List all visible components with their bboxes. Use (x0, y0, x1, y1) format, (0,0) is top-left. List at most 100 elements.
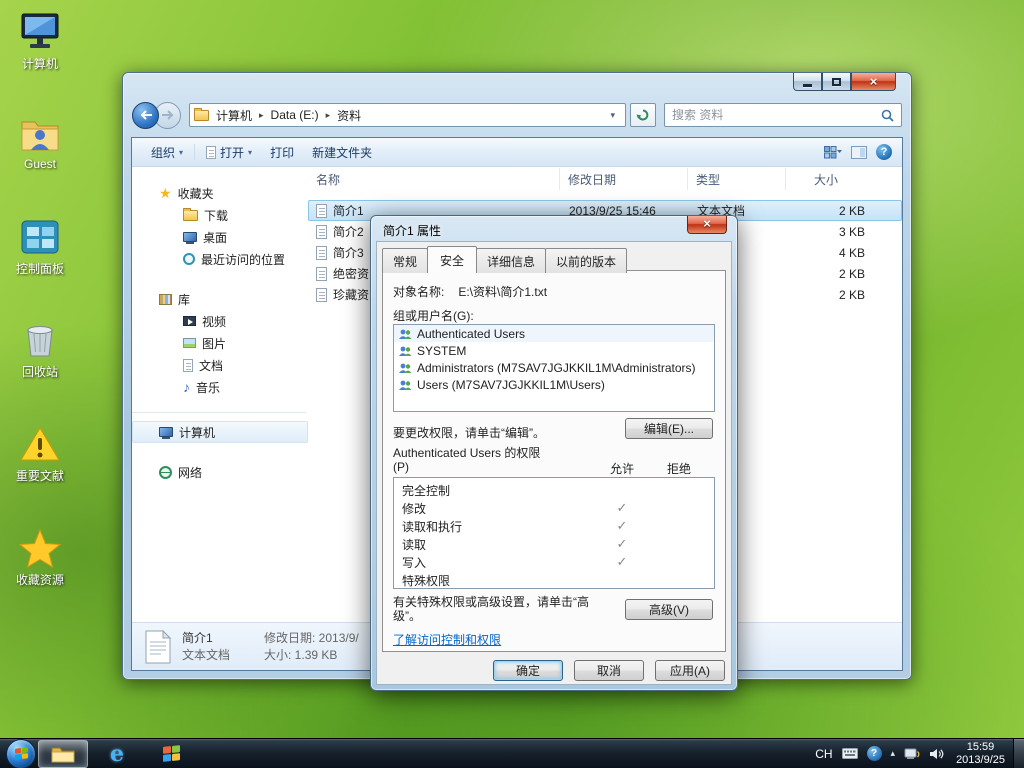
column-header-modified[interactable]: 修改日期 (560, 168, 688, 190)
file-name: 珍藏资 (333, 288, 370, 302)
edit-button[interactable]: 编辑(E)... (625, 418, 713, 439)
advanced-button[interactable]: 高级(V) (625, 599, 713, 620)
sidebar-item-favorites[interactable]: ★ 收藏夹 (132, 182, 308, 204)
sidebar-item-libraries[interactable]: 库 (132, 288, 308, 310)
desktop-icon-favorite-resources[interactable]: 收藏资源 (2, 528, 78, 588)
star-icon: ★ (159, 185, 172, 201)
dialog-body: 常规 安全 详细信息 以前的版本 对象名称: E:\资料\简介1.txt 组或用… (376, 241, 732, 685)
cancel-button[interactable]: 取消 (574, 660, 644, 681)
sidebar-item-recent-places[interactable]: 最近访问的位置 (132, 248, 308, 270)
sidebar-item-documents[interactable]: 文档 (132, 354, 308, 376)
volume-icon[interactable] (929, 748, 944, 760)
group-users-list[interactable]: Authenticated Users SYSTEM Administrator… (393, 324, 715, 412)
sidebar-item-desktop[interactable]: 桌面 (132, 226, 308, 248)
taskbar-clock[interactable]: 15:59 2013/9/25 (956, 741, 1005, 767)
new-folder-button[interactable]: 新建文件夹 (303, 140, 381, 165)
show-desktop-button[interactable] (1013, 738, 1024, 768)
desktop-icon-guest[interactable]: Guest (2, 114, 78, 171)
sidebar-item-videos[interactable]: 视频 (132, 310, 308, 332)
tab-details[interactable]: 详细信息 (476, 248, 547, 273)
desktop-icon-recycle-bin[interactable]: 回收站 (2, 320, 78, 380)
address-dropdown-icon[interactable]: ▾ (604, 110, 621, 121)
sidebar-item-downloads[interactable]: 下载 (132, 204, 308, 226)
user-name: SYSTEM (417, 343, 467, 358)
breadcrumb-segment[interactable]: 计算机 (209, 107, 259, 124)
sidebar-item-music[interactable]: ♪ 音乐 (132, 376, 308, 398)
user-list-item[interactable]: SYSTEM (394, 342, 714, 359)
desktop-icon-important-docs[interactable]: 重要文献 (2, 424, 78, 484)
sidebar-item-label: 视频 (202, 314, 227, 329)
sidebar-item-network[interactable]: 网络 (132, 461, 308, 483)
help-glyph: ? (880, 146, 888, 158)
refresh-button[interactable] (630, 103, 656, 127)
desktop-icon-label: 计算机 (21, 57, 58, 71)
address-bar[interactable]: 计算机 ▸ Data (E:) ▸ 资料 ▾ (189, 103, 626, 127)
breadcrumb-segment[interactable]: Data (E:) (264, 108, 326, 122)
breadcrumb-segment[interactable]: 资料 (330, 107, 368, 124)
desktop-icon-computer[interactable]: 计算机 (2, 12, 78, 72)
file-size: 2 KB (838, 203, 865, 218)
minimize-button[interactable] (793, 73, 822, 91)
permission-row: 写入 ✓ (394, 553, 714, 571)
organize-menu[interactable]: 组织 ▾ (142, 140, 192, 165)
permission-name: 特殊权限 (402, 573, 451, 588)
taskbar-pinned-app-button[interactable] (146, 740, 196, 768)
navigation-bar: 计算机 ▸ Data (E:) ▸ 资料 ▾ (132, 100, 902, 130)
videos-icon (183, 316, 196, 326)
column-header-name[interactable]: 名称 (308, 168, 560, 190)
maximize-icon (832, 77, 841, 86)
list-header: 名称 修改日期 类型 大小 (308, 168, 902, 190)
file-size: 2 KB (838, 266, 865, 281)
toolbar-divider (194, 144, 196, 160)
sidebar-item-computer[interactable]: 计算机 (132, 421, 308, 443)
user-list-item[interactable]: Authenticated Users (394, 325, 714, 342)
language-indicator[interactable]: CH (815, 747, 832, 761)
desktop-icon-label: Guest (23, 157, 56, 171)
permissions-list[interactable]: 完全控制 修改 ✓ 读取和执行 ✓ 读取 ✓ 写入 ✓ 特殊权限 (393, 477, 715, 589)
learn-about-permissions-link[interactable]: 了解访问控制和权限 (393, 631, 501, 648)
clock-time: 15:59 (966, 740, 995, 753)
print-button[interactable]: 打印 (261, 140, 303, 165)
edit-permissions-hint: 要更改权限，请单击“编辑”。 (393, 426, 545, 440)
taskbar-ie-button[interactable]: e (92, 740, 142, 768)
pictures-icon (183, 338, 196, 348)
taskbar-explorer-button[interactable] (38, 739, 88, 768)
desktop: { "glyphs": { "caret_down": "▾", "crumb_… (0, 0, 1024, 768)
maximize-button[interactable] (822, 73, 851, 91)
search-box[interactable] (664, 103, 902, 127)
search-input[interactable] (672, 108, 881, 122)
open-menu[interactable]: 打开 ▾ (197, 140, 261, 165)
windows-logo-icon (14, 747, 28, 760)
apply-button[interactable]: 应用(A) (655, 660, 725, 681)
user-list-item[interactable]: Administrators (M7SAV7JGJKKIL1M\Administ… (394, 359, 714, 376)
tab-security[interactable]: 安全 (427, 246, 478, 273)
sidebar-item-pictures[interactable]: 图片 (132, 332, 308, 354)
help-icon[interactable]: ? (876, 144, 892, 160)
back-button[interactable] (132, 101, 159, 129)
start-button[interactable] (6, 738, 36, 768)
sidebar-item-label: 下载 (204, 208, 229, 223)
tab-previous-versions[interactable]: 以前的版本 (545, 248, 628, 273)
clock-date: 2013/9/25 (956, 753, 1005, 766)
properties-dialog: 简介1 属性 × 常规 安全 详细信息 以前的版本 对象名称: E:\资料\简介… (370, 215, 738, 691)
keyboard-icon[interactable] (841, 748, 858, 759)
help-tray-icon[interactable]: ? (866, 746, 882, 761)
show-hidden-icons-button[interactable]: ▴ (891, 748, 896, 759)
dialog-close-button[interactable]: × (687, 216, 727, 234)
tab-general[interactable]: 常规 (382, 248, 429, 273)
network-tray-icon[interactable] (904, 748, 920, 760)
warning-icon (20, 427, 60, 461)
user-list-item[interactable]: Users (M7SAV7JGJKKIL1M\Users) (394, 376, 714, 393)
preview-pane-icon[interactable] (851, 145, 867, 159)
desktop-icon-control-panel[interactable]: 控制面板 (2, 217, 78, 277)
ok-button[interactable]: 确定 (493, 660, 563, 681)
close-button[interactable]: × (851, 73, 896, 91)
column-header-type[interactable]: 类型 (688, 168, 786, 190)
views-icon[interactable] (824, 145, 842, 159)
column-header-size[interactable]: 大小 (786, 168, 882, 190)
users-icon (399, 329, 412, 339)
control-panel-icon (21, 220, 59, 254)
dialog-tabs: 常规 安全 详细信息 以前的版本 (382, 246, 628, 273)
navigation-pane: ★ 收藏夹 下载 桌面 最近访问的位置 库 视频 图片 文档 ♪ 音乐 计算机 … (132, 168, 308, 622)
users-icon (399, 380, 412, 390)
